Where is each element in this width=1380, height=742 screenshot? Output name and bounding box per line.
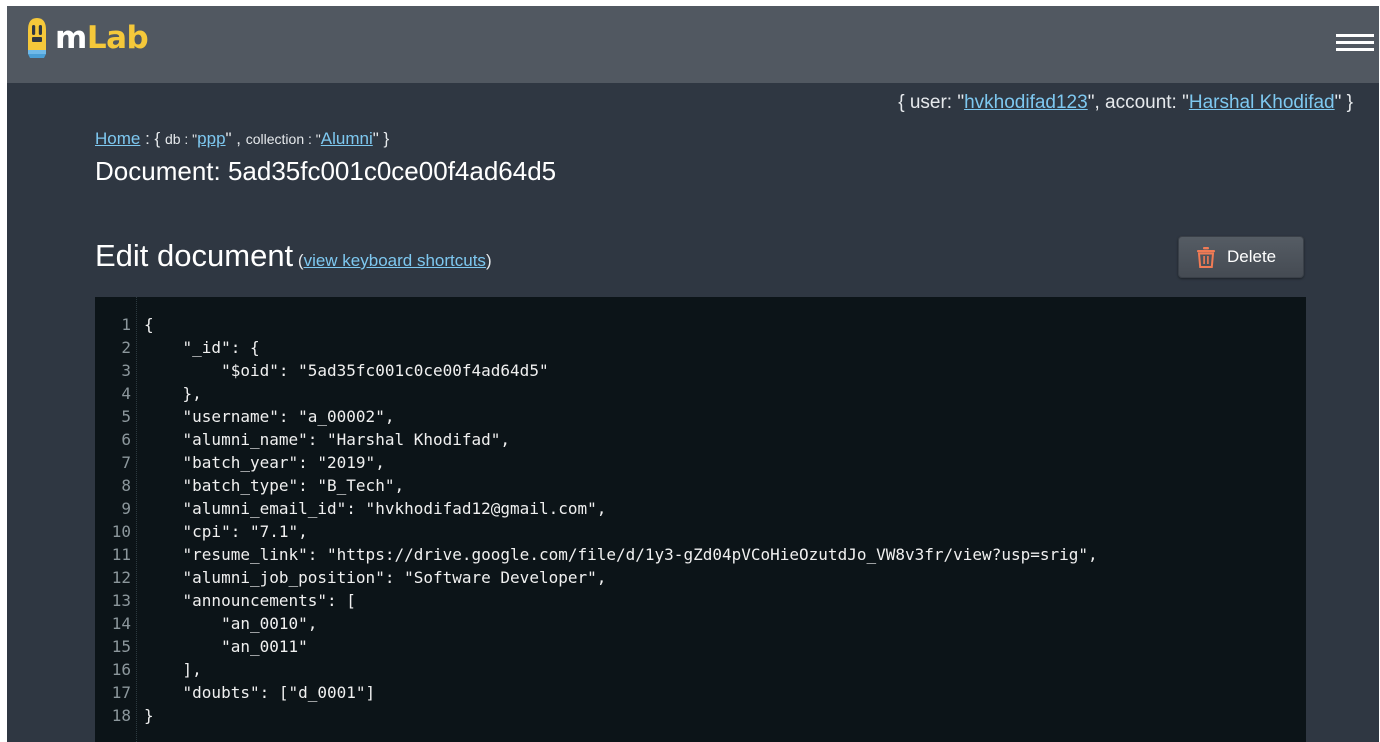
code-line[interactable]: 16 ], — [95, 658, 1098, 681]
code-text[interactable]: "$oid": "5ad35fc001c0ce00f4ad64d5" — [144, 359, 549, 382]
line-number: 9 — [121, 499, 131, 518]
breadcrumb-db-link[interactable]: ppp — [197, 129, 225, 148]
breadcrumb-collection-link[interactable]: Alumni — [321, 129, 373, 148]
json-editor[interactable]: 1{2 "_id": {3 "$oid": "5ad35fc001c0ce00f… — [95, 297, 1306, 742]
logo-text: mLab — [55, 20, 149, 56]
editor-code[interactable]: 1{2 "_id": {3 "$oid": "5ad35fc001c0ce00f… — [95, 313, 1098, 727]
line-number: 18 — [111, 706, 131, 725]
code-line[interactable]: 13 "announcements": [ — [95, 589, 1098, 612]
delete-button[interactable]: Delete — [1178, 236, 1304, 278]
line-number: 4 — [121, 384, 131, 403]
line-number: 12 — [111, 568, 131, 587]
code-text[interactable]: "batch_year": "2019", — [144, 451, 385, 474]
code-text[interactable]: "an_0011" — [144, 635, 308, 658]
mlab-mascot-icon — [28, 18, 46, 58]
code-text[interactable]: "alumni_name": "Harshal Khodifad", — [144, 428, 511, 451]
code-text[interactable]: "_id": { — [144, 336, 260, 359]
account-link[interactable]: Harshal Khodifad — [1189, 92, 1335, 113]
code-line[interactable]: 7 "batch_year": "2019", — [95, 451, 1098, 474]
code-line[interactable]: 9 "alumni_email_id": "hvkhodifad12@gmail… — [95, 497, 1098, 520]
trash-icon — [1197, 246, 1215, 268]
code-line[interactable]: 15 "an_0011" — [95, 635, 1098, 658]
line-number: 1 — [121, 315, 131, 334]
code-text[interactable]: "username": "a_00002", — [144, 405, 395, 428]
code-line[interactable]: 14 "an_0010", — [95, 612, 1098, 635]
line-number: 2 — [121, 338, 131, 357]
code-text[interactable]: "announcements": [ — [144, 589, 356, 612]
line-number: 15 — [111, 637, 131, 656]
code-line[interactable]: 10 "cpi": "7.1", — [95, 520, 1098, 543]
code-text[interactable]: "cpi": "7.1", — [144, 520, 308, 543]
code-text[interactable]: "resume_link": "https://drive.google.com… — [144, 543, 1098, 566]
mlab-logo[interactable]: mLab — [25, 15, 149, 61]
code-text[interactable]: "doubts": ["d_0001"] — [144, 681, 376, 704]
app-window: mLab { user: "hvkhodifad123", account: "… — [7, 6, 1379, 742]
keyboard-shortcuts-link[interactable]: view keyboard shortcuts — [304, 251, 486, 270]
code-line[interactable]: 12 "alumni_job_position": "Software Deve… — [95, 566, 1098, 589]
line-number: 17 — [111, 683, 131, 702]
edit-document-heading: Edit document (view keyboard shortcuts) — [95, 238, 492, 273]
code-line[interactable]: 4 }, — [95, 382, 1098, 405]
code-text[interactable]: "an_0010", — [144, 612, 317, 635]
top-navbar: mLab — [7, 6, 1379, 83]
code-line[interactable]: 3 "$oid": "5ad35fc001c0ce00f4ad64d5" — [95, 359, 1098, 382]
line-number: 5 — [121, 407, 131, 426]
line-number: 8 — [121, 476, 131, 495]
breadcrumb-home-link[interactable]: Home — [95, 129, 140, 148]
breadcrumb: Home : { db : "ppp" , collection : "Alum… — [95, 129, 390, 148]
line-number: 6 — [121, 430, 131, 449]
code-line[interactable]: 6 "alumni_name": "Harshal Khodifad", — [95, 428, 1098, 451]
line-number: 16 — [111, 660, 131, 679]
user-link[interactable]: hvkhodifad123 — [964, 92, 1088, 113]
delete-button-label: Delete — [1227, 247, 1277, 266]
hamburger-menu-icon[interactable] — [1336, 34, 1374, 52]
code-line[interactable]: 5 "username": "a_00002", — [95, 405, 1098, 428]
code-text[interactable]: { — [144, 313, 154, 336]
line-number: 11 — [111, 545, 131, 564]
line-number: 14 — [111, 614, 131, 633]
line-number: 3 — [121, 361, 131, 380]
line-number: 7 — [121, 453, 131, 472]
code-line[interactable]: 8 "batch_type": "B_Tech", — [95, 474, 1098, 497]
document-title: Document: 5ad35fc001c0ce00f4ad64d5 — [95, 156, 557, 186]
code-line[interactable]: 2 "_id": { — [95, 336, 1098, 359]
code-text[interactable]: "alumni_job_position": "Software Develop… — [144, 566, 607, 589]
code-line[interactable]: 17 "doubts": ["d_0001"] — [95, 681, 1098, 704]
code-line[interactable]: 11 "resume_link": "https://drive.google.… — [95, 543, 1098, 566]
code-text[interactable]: } — [144, 704, 154, 727]
code-text[interactable]: }, — [144, 382, 202, 405]
line-number: 13 — [111, 591, 131, 610]
code-text[interactable]: ], — [144, 658, 202, 681]
code-text[interactable]: "batch_type": "B_Tech", — [144, 474, 405, 497]
code-line[interactable]: 1{ — [95, 313, 1098, 336]
user-account-info: { user: "hvkhodifad123", account: "Harsh… — [898, 92, 1353, 113]
line-number: 10 — [111, 522, 131, 541]
code-line[interactable]: 18} — [95, 704, 1098, 727]
code-text[interactable]: "alumni_email_id": "hvkhodifad12@gmail.c… — [144, 497, 607, 520]
